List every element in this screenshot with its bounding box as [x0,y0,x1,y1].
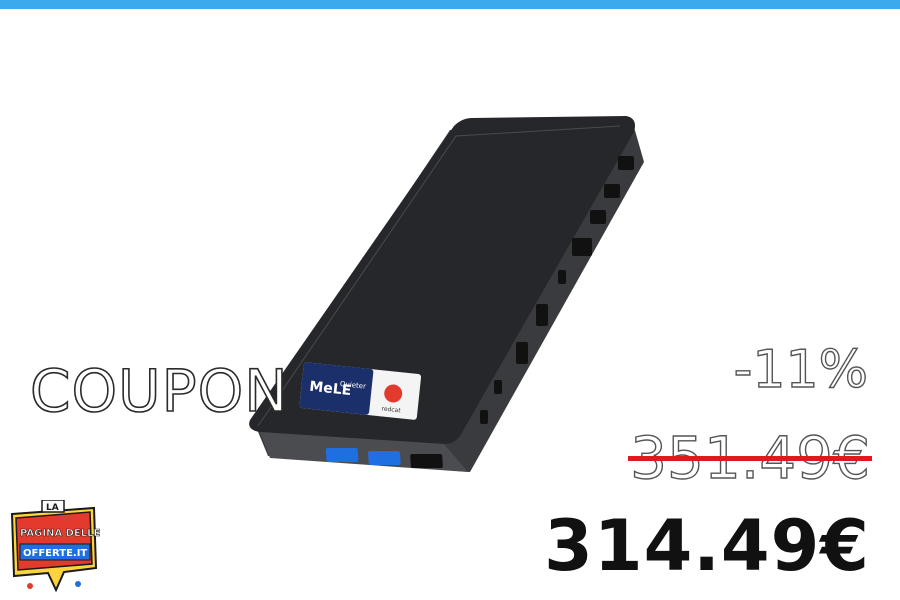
logo-top-text: LA [46,503,59,513]
usb-port-1 [325,448,359,462]
top-accent-bar [0,0,900,9]
mini-pc-product-image: MeLE Quieter redcat [249,116,644,472]
coupon-label: COUPON [29,357,289,425]
logo-line1: PAGINA DELLE [20,528,100,539]
logo-line2: OFFERTE.IT [23,548,87,559]
discount-percent: -11% [733,339,869,400]
site-logo: LA PAGINA DELLE OFFERTE.IT [10,500,100,593]
usb-port-2 [367,451,401,465]
strikethrough-line [628,456,872,461]
new-price: 314.49€ [544,505,870,587]
usb-port-3 [410,454,443,468]
old-price-block: 351.49€ [628,424,872,492]
